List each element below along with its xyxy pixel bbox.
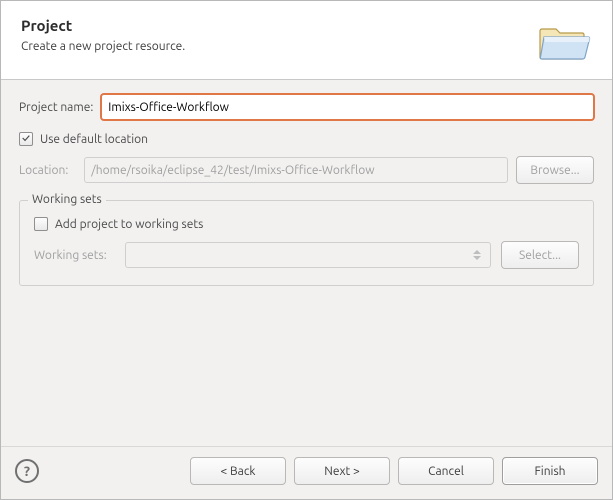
working-sets-legend: Working sets — [28, 193, 106, 206]
page-title: Project — [21, 17, 185, 34]
back-button[interactable]: < Back — [190, 457, 286, 485]
location-input — [84, 157, 508, 183]
finish-button[interactable]: Finish — [502, 457, 598, 485]
browse-button: Browse... — [516, 156, 594, 184]
next-button[interactable]: Next > — [294, 457, 390, 485]
folder-icon — [536, 17, 592, 61]
working-sets-combo-label: Working sets: — [34, 249, 107, 262]
use-default-location-label: Use default location — [40, 133, 148, 146]
wizard-footer: ? < Back Next > Cancel Finish — [1, 446, 612, 499]
add-to-working-sets-label: Add project to working sets — [55, 218, 203, 231]
page-subtitle: Create a new project resource. — [21, 40, 185, 53]
working-sets-group: Working sets Add project to working sets… — [19, 200, 594, 286]
wizard-body: Project name: Use default location Locat… — [1, 80, 612, 446]
chevron-updown-icon — [470, 250, 484, 260]
select-working-sets-button: Select... — [501, 241, 579, 269]
help-icon[interactable]: ? — [15, 459, 39, 483]
working-sets-combo — [125, 242, 491, 268]
cancel-button[interactable]: Cancel — [398, 457, 494, 485]
project-name-label: Project name: — [19, 101, 93, 114]
location-label: Location: — [19, 164, 68, 177]
project-name-input[interactable] — [101, 94, 594, 120]
add-to-working-sets-checkbox[interactable] — [34, 217, 48, 231]
use-default-location-checkbox[interactable] — [19, 132, 33, 146]
wizard-header: Project Create a new project resource. — [1, 1, 612, 80]
